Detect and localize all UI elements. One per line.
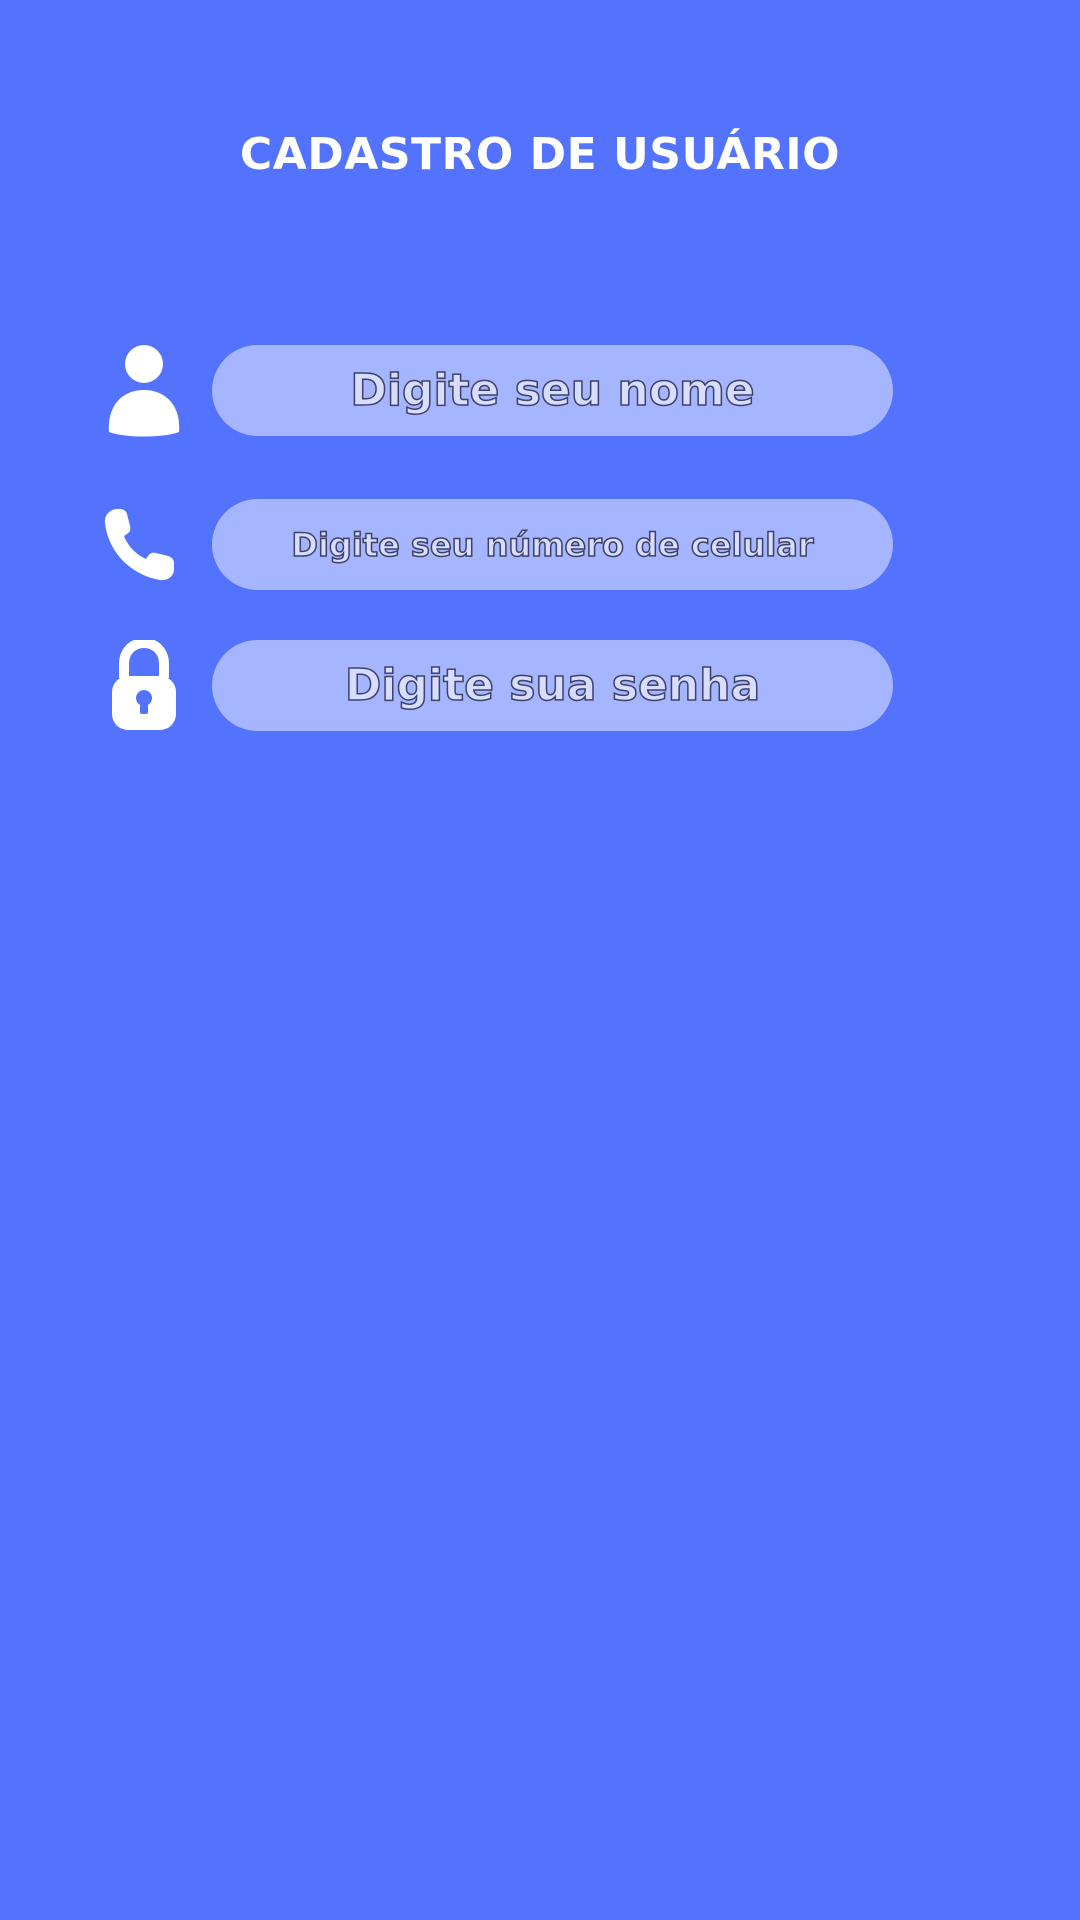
phone-input[interactable]: [212, 499, 893, 590]
name-input[interactable]: [212, 345, 893, 436]
name-field-row: [0, 345, 1080, 437]
phone-icon: [90, 499, 190, 591]
password-field-row: [0, 640, 1080, 732]
person-icon: [94, 345, 194, 437]
page-title: CADASTRO DE USUÁRIO: [239, 129, 841, 180]
phone-field-row: [0, 499, 1080, 591]
lock-icon: [94, 640, 194, 732]
password-input[interactable]: [212, 640, 893, 731]
